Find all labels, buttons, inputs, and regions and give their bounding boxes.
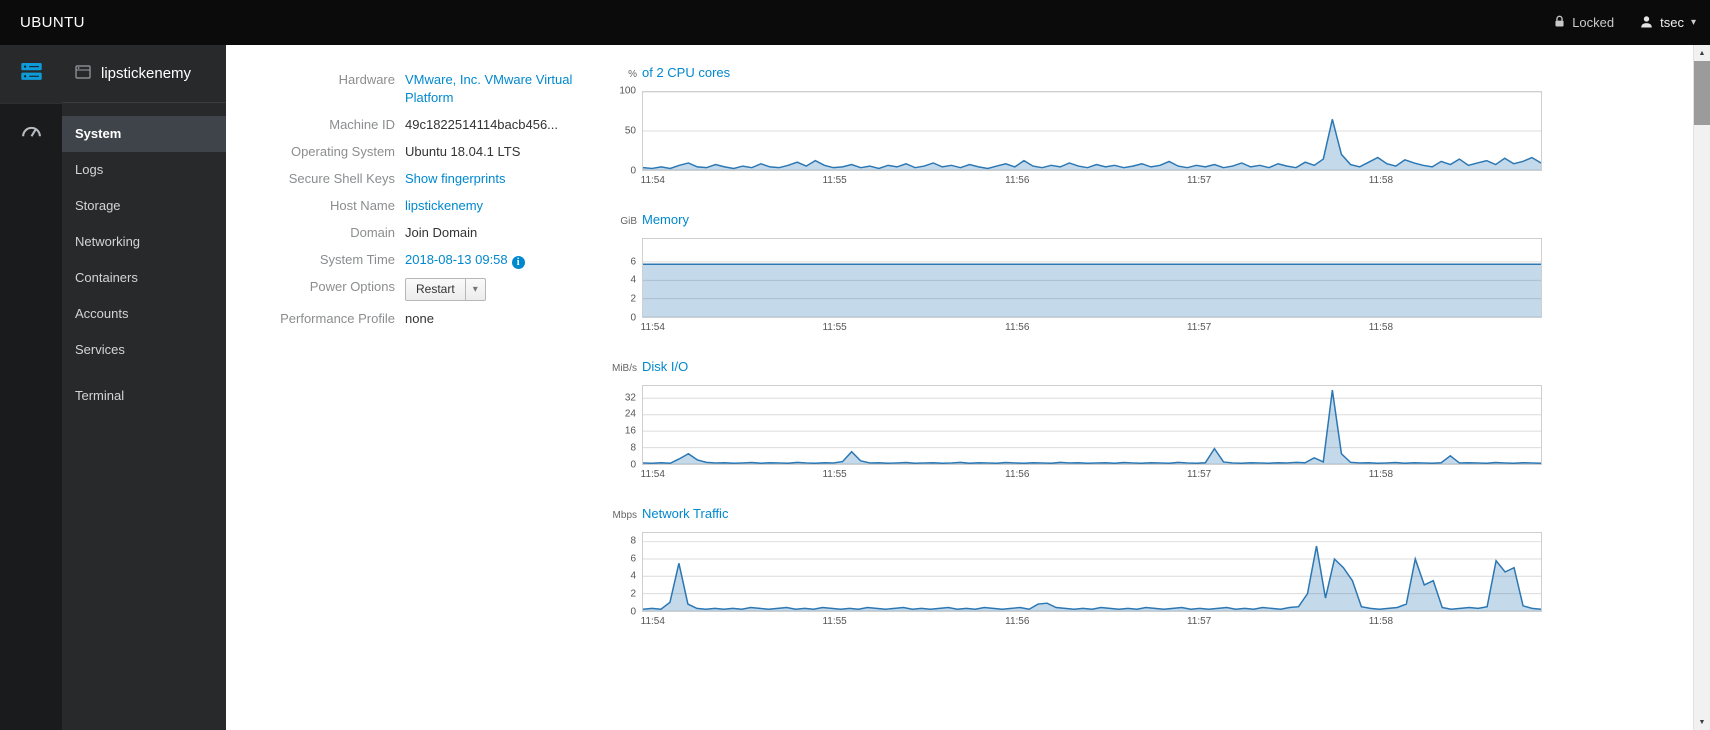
sidebar-item-services[interactable]: Services xyxy=(62,332,226,368)
user-name: tsec xyxy=(1660,15,1684,30)
disk-x-axis: 11:54 11:55 11:56 11:57 11:58 xyxy=(640,469,1394,480)
machine-id-value: 49c1822514114bacb456... xyxy=(405,117,559,132)
sidebar-item-system[interactable]: System xyxy=(62,116,226,152)
top-navbar: UBUNTU Locked tsec ▾ xyxy=(0,0,1710,45)
host-selector[interactable]: lipstickenemy xyxy=(62,45,226,103)
cpu-unit-label: % xyxy=(628,69,637,80)
locked-indicator[interactable]: Locked xyxy=(1554,15,1614,31)
info-row-ssh: Secure Shell Keys Show fingerprints xyxy=(240,170,612,188)
network-y-axis: 02468 xyxy=(630,535,636,618)
cpu-y-axis: 0 50 100 xyxy=(619,85,636,177)
chevron-down-icon: ▾ xyxy=(1690,17,1696,28)
cockpit-window: UBUNTU Locked tsec ▾ lipstickenemy Syste… xyxy=(0,0,1710,730)
show-fingerprints-link[interactable]: Show fingerprints xyxy=(405,171,505,186)
scrollbar-up-arrow[interactable]: ▲ xyxy=(1694,45,1710,61)
system-page: Hardware VMware, Inc. VMware Virtual Pla… xyxy=(226,45,1693,730)
sidebar-item-accounts[interactable]: Accounts xyxy=(62,296,226,332)
sidebar-item-terminal[interactable]: Terminal xyxy=(62,378,226,414)
graphs-panel: % of 2 CPU cores 0 50 100 11:54 11:55 11:56 1… xyxy=(612,65,1564,730)
chart-disk-io: MiB/s Disk I/O 0 8 16 24 32 11:54 11:55 11:56 1… xyxy=(612,359,1564,481)
lock-icon xyxy=(1554,15,1565,31)
network-unit-label: Mbps xyxy=(612,510,637,521)
cpu-graph[interactable] xyxy=(642,91,1542,171)
sidebar-item-networking[interactable]: Networking xyxy=(62,224,226,260)
system-time-label: System Time xyxy=(319,252,395,267)
chart-network: Mbps Network Traffic 02468 11:54 11:55 11:… xyxy=(612,506,1564,628)
os-label: Operating System xyxy=(290,144,395,159)
system-info-panel: Hardware VMware, Inc. VMware Virtual Pla… xyxy=(240,65,612,730)
user-icon xyxy=(1640,15,1653,31)
hardware-label: Hardware xyxy=(338,72,395,87)
info-row-os: Operating System Ubuntu 18.04.1 LTS xyxy=(240,143,612,161)
locked-label: Locked xyxy=(1572,15,1615,30)
strip-item-host[interactable] xyxy=(0,45,62,103)
sidebar-item-containers[interactable]: Containers xyxy=(62,260,226,296)
info-row-power-options: Power Options Restart ▾ xyxy=(240,278,612,301)
network-graph[interactable] xyxy=(642,532,1542,612)
performance-profile-label: Performance Profile xyxy=(280,311,395,326)
sidebar-item-logs[interactable]: Logs xyxy=(62,152,226,188)
disk-graph[interactable] xyxy=(642,385,1542,465)
hostname-link[interactable]: lipstickenemy xyxy=(405,198,483,213)
info-row-hostname: Host Name lipstickenemy xyxy=(240,197,612,215)
memory-y-axis: 0246 xyxy=(630,256,636,324)
hostname-label: Host Name xyxy=(329,198,395,213)
strip-item-dashboard[interactable] xyxy=(0,104,62,162)
memory-x-axis: 11:54 11:55 11:56 11:57 11:58 xyxy=(640,322,1394,333)
memory-chart-title-link[interactable]: Memory xyxy=(642,212,689,227)
restart-button[interactable]: Restart xyxy=(405,278,466,301)
network-x-axis: 11:54 11:55 11:56 11:57 11:58 xyxy=(640,616,1394,627)
app-icon-strip xyxy=(0,45,62,730)
info-row-hardware: Hardware VMware, Inc. VMware Virtual Pla… xyxy=(240,71,612,107)
user-menu[interactable]: tsec ▾ xyxy=(1640,15,1696,31)
network-chart-title-link[interactable]: Network Traffic xyxy=(642,506,728,521)
vertical-scrollbar: ▲ ▼ xyxy=(1693,45,1710,730)
host-icon xyxy=(75,64,91,84)
server-icon xyxy=(19,59,44,89)
machine-id-label: Machine ID xyxy=(329,117,395,132)
chart-cpu: % of 2 CPU cores 0 50 100 11:54 11:55 11:56 1… xyxy=(612,65,1564,187)
ssh-label: Secure Shell Keys xyxy=(288,171,395,186)
cpu-chart-title-link[interactable]: of 2 CPU cores xyxy=(642,65,730,80)
sidebar: lipstickenemy System Logs Storage Networ… xyxy=(62,45,226,730)
power-options-caret[interactable]: ▾ xyxy=(465,278,486,301)
info-row-performance-profile: Performance Profile none xyxy=(240,310,612,328)
scrollbar-thumb[interactable] xyxy=(1693,61,1710,125)
sidebar-item-storage[interactable]: Storage xyxy=(62,188,226,224)
cpu-x-axis: 11:54 11:55 11:56 11:57 11:58 xyxy=(640,175,1394,186)
dashboard-gauge-icon xyxy=(20,119,43,147)
performance-profile-value: none xyxy=(405,311,434,326)
power-options-dropdown: Restart ▾ xyxy=(405,278,486,301)
hardware-link[interactable]: VMware, Inc. VMware Virtual Platform xyxy=(405,72,572,105)
power-options-label: Power Options xyxy=(309,279,395,294)
system-time-link[interactable]: 2018-08-13 09:58 xyxy=(405,252,508,267)
brand-logo: UBUNTU xyxy=(20,14,85,31)
memory-unit-label: GiB xyxy=(620,216,637,227)
info-row-machine-id: Machine ID 49c1822514114bacb456... xyxy=(240,116,612,134)
scrollbar-down-arrow[interactable]: ▼ xyxy=(1694,714,1710,730)
disk-unit-label: MiB/s xyxy=(612,363,637,374)
info-icon[interactable]: i xyxy=(511,256,525,269)
info-row-domain: Domain Join Domain xyxy=(240,224,612,242)
domain-label: Domain xyxy=(350,225,395,240)
os-value: Ubuntu 18.04.1 LTS xyxy=(405,144,521,159)
join-domain-value[interactable]: Join Domain xyxy=(405,224,477,242)
disk-y-axis: 0 8 16 24 32 xyxy=(624,392,636,471)
disk-chart-title-link[interactable]: Disk I/O xyxy=(642,359,688,374)
memory-graph[interactable] xyxy=(642,238,1542,318)
info-row-system-time: System Time 2018-08-13 09:58 i xyxy=(240,251,612,269)
chart-memory: GiB Memory 0246 11:54 11:55 11:56 11:57 11:5… xyxy=(612,212,1564,334)
host-name: lipstickenemy xyxy=(101,65,192,82)
